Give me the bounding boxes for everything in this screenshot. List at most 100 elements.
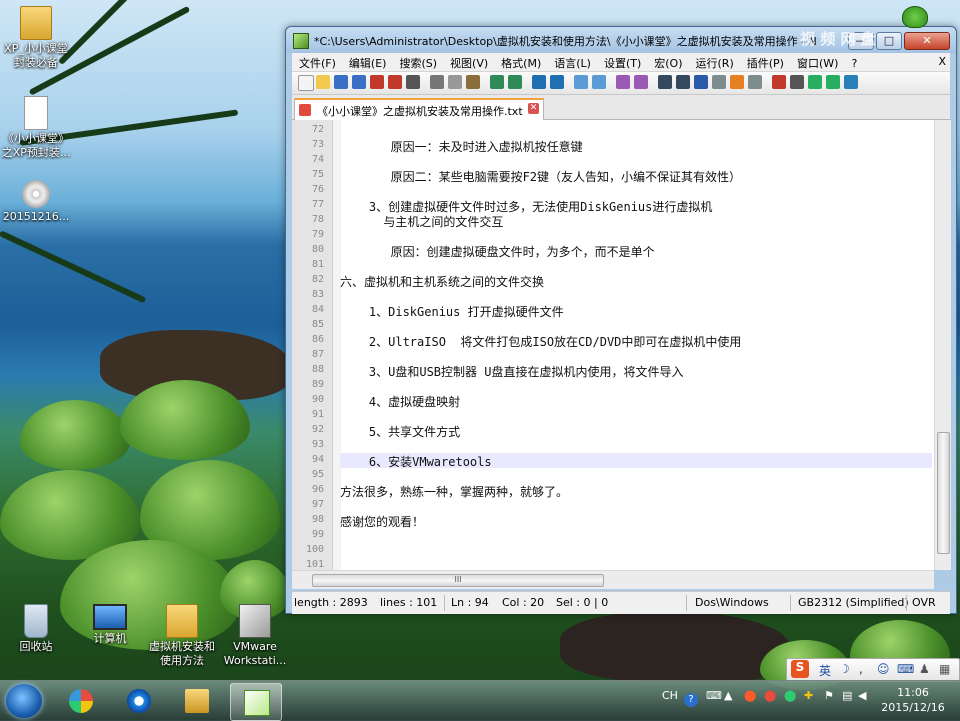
play-macro-icon[interactable] [808, 75, 822, 89]
taskbar-item-ie[interactable] [114, 683, 164, 719]
close-file-icon[interactable] [370, 75, 384, 89]
save-icon[interactable] [334, 75, 348, 89]
menu-language[interactable]: 语言(L) [547, 53, 597, 71]
word-wrap-icon[interactable] [658, 75, 672, 89]
find-icon[interactable] [532, 75, 546, 89]
zoom-in-icon[interactable] [574, 75, 588, 89]
menu-file[interactable]: 文件(F) [292, 53, 342, 71]
menu-plugins[interactable]: 插件(P) [740, 53, 790, 71]
copy-icon[interactable] [448, 75, 462, 89]
horizontal-scrollbar[interactable]: III [292, 570, 934, 589]
close-all-icon[interactable] [388, 75, 402, 89]
function-list-icon[interactable] [730, 75, 744, 89]
record-macro-icon[interactable] [772, 75, 786, 89]
menu-edit[interactable]: 编辑(E) [342, 53, 393, 71]
vertical-scrollbar[interactable] [934, 120, 951, 570]
code-line: 感谢您的观看！ [340, 515, 425, 529]
desktop-icon-xp-document[interactable]: 《小小课堂》 之XP预封装... [0, 96, 72, 160]
half-width-icon[interactable]: ☽ [839, 662, 850, 676]
video-watermark: 视 频 网 盘 [800, 30, 876, 48]
status-encoding: GB2312 (Simplified) [798, 596, 909, 609]
green-tray-icon[interactable]: ⬤ [784, 689, 796, 702]
network-icon[interactable]: ▤ [842, 689, 852, 702]
doc-map-icon[interactable] [712, 75, 726, 89]
show-hidden-icons[interactable]: ▲ [724, 689, 732, 702]
ime-mode-toggle[interactable]: 英 [819, 662, 831, 679]
tab-close-icon[interactable]: ✕ [528, 103, 539, 114]
update-tray-icon[interactable]: ✚ [804, 689, 813, 702]
taskbar-item-notepad[interactable] [230, 683, 282, 721]
keyboard-icon[interactable]: ⌨ [897, 662, 914, 676]
line-number: 83 [311, 289, 324, 300]
menu-search[interactable]: 搜索(S) [392, 53, 443, 71]
line-number: 80 [311, 244, 324, 255]
print-icon[interactable] [406, 75, 420, 89]
icon-label: 20151216... [2, 210, 70, 223]
punctuation-icon[interactable]: , [859, 662, 863, 676]
line-number: 89 [311, 379, 324, 390]
line-number: 95 [311, 469, 324, 480]
sogou-tray-icon[interactable]: ⬤ [744, 689, 756, 702]
language-indicator[interactable]: CH [662, 689, 678, 702]
menu-run[interactable]: 运行(R) [689, 53, 740, 71]
close-document-button[interactable]: X [938, 55, 946, 68]
taskbar: CH ? ⌨ ▲ ⬤ ⬤ ⬤ ✚ ⚑ ▤ ◀ 11:06 2015/12/16 [0, 680, 960, 721]
folder-icon [20, 6, 52, 40]
save-all-icon[interactable] [352, 75, 366, 89]
menu-macro[interactable]: 宏(O) [647, 53, 688, 71]
recycle-bin-icon [24, 604, 48, 638]
save-macro-icon[interactable] [844, 75, 858, 89]
flag-icon[interactable]: ⚑ [824, 689, 834, 702]
redo-icon[interactable] [508, 75, 522, 89]
replace-icon[interactable] [550, 75, 564, 89]
desktop-icon-recycle-bin[interactable]: 回收站 [0, 604, 72, 654]
menu-settings[interactable]: 设置(T) [597, 53, 647, 71]
undo-icon[interactable] [490, 75, 504, 89]
text-editor[interactable]: 72 73 74 75 76 77 78 79 80 81 82 83 84 85 86 87 88 89 90 91… [292, 120, 951, 570]
line-number: 87 [311, 349, 324, 360]
indent-guide-icon[interactable] [694, 75, 708, 89]
tab-document[interactable]: 《小小课堂》之虚拟机安装及常用操作.txt ✕ [294, 98, 544, 121]
folder-workspace-icon[interactable] [748, 75, 762, 89]
maximize-button[interactable]: □ [876, 32, 902, 50]
open-file-icon[interactable] [316, 75, 330, 89]
sogou-logo-icon: S [791, 660, 809, 678]
horizontal-scroll-thumb[interactable]: III [312, 574, 604, 587]
cut-icon[interactable] [430, 75, 444, 89]
notepad-app-icon [293, 33, 309, 49]
desktop-icon-disc-image[interactable]: 20151216... [0, 180, 72, 224]
show-all-chars-icon[interactable] [676, 75, 690, 89]
volume-icon[interactable]: ◀ [858, 689, 866, 702]
start-button[interactable] [6, 684, 42, 718]
new-file-icon[interactable] [298, 75, 314, 91]
desktop-icon-vm-folder[interactable]: 虚拟机安装和 使用方法 [146, 604, 218, 668]
desktop-icon-xp-folder[interactable]: XP_小小课堂 封装必备 [0, 6, 72, 70]
system-clock[interactable]: 11:06 2015/12/16 [868, 685, 958, 715]
taskbar-item-360[interactable] [56, 683, 106, 719]
toolbar [292, 72, 950, 95]
vertical-scroll-thumb[interactable] [937, 432, 950, 554]
user-icon[interactable]: ♟ [919, 662, 930, 676]
ime-toolbar[interactable]: S 英 ☽ , ☺ ⌨ ♟ ▦ [786, 658, 960, 682]
sync-horizontal-icon[interactable] [634, 75, 648, 89]
stop-macro-icon[interactable] [790, 75, 804, 89]
menu-window[interactable]: 窗口(W) [790, 53, 844, 71]
menu-format[interactable]: 格式(M) [494, 53, 547, 71]
paste-icon[interactable] [466, 75, 480, 89]
run-macro-multiple-icon[interactable] [826, 75, 840, 89]
menu-help[interactable]: ? [844, 55, 863, 70]
zoom-out-icon[interactable] [592, 75, 606, 89]
close-button[interactable]: ✕ [904, 32, 950, 50]
line-number: 75 [311, 169, 324, 180]
settings-icon[interactable]: ▦ [939, 662, 950, 676]
code-line: 原因一：未及时进入虚拟机按任意键 [340, 140, 583, 154]
sync-vertical-icon[interactable] [616, 75, 630, 89]
keyboard-tray-icon[interactable]: ⌨ [706, 689, 722, 702]
menu-view[interactable]: 视图(V) [443, 53, 494, 71]
emoji-icon[interactable]: ☺ [877, 662, 890, 676]
desktop-icon-vmware[interactable]: VMware Workstati... [219, 604, 291, 668]
taskbar-item-explorer[interactable] [172, 683, 222, 719]
antivirus-tray-icon[interactable]: ⬤ [764, 689, 776, 702]
help-icon[interactable]: ? [684, 693, 698, 707]
desktop-icon-computer[interactable]: 计算机 [74, 604, 146, 646]
